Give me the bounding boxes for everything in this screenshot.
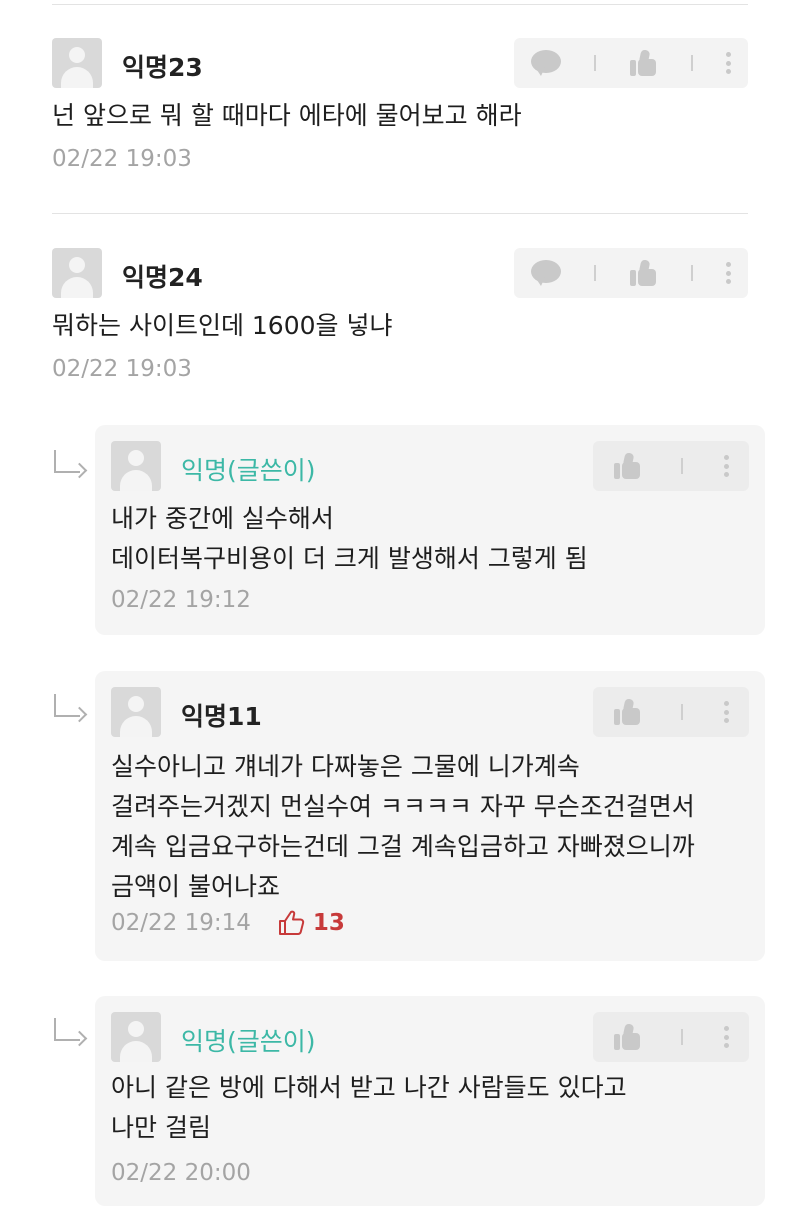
reply-actions [593, 1012, 749, 1062]
reply-text-line: 나만 걸림 [111, 1113, 211, 1142]
reply-timestamp: 02/22 19:12 [111, 587, 251, 613]
divider [594, 265, 597, 281]
more-icon[interactable] [723, 1026, 729, 1048]
thumbs-up-icon[interactable] [629, 49, 657, 77]
avatar[interactable] [111, 687, 161, 737]
reply-actions [593, 441, 749, 491]
avatar[interactable] [111, 441, 161, 491]
thumbs-up-icon[interactable] [629, 259, 657, 287]
comment-icon[interactable] [530, 260, 561, 286]
reply-text-line: 데이터복구비용이 더 크게 발생해서 그렇게 됨 [111, 544, 588, 573]
reply-text-line: 아니 같은 방에 다해서 받고 나간 사람들도 있다고 [111, 1073, 627, 1102]
divider [690, 55, 693, 71]
thumbs-up-icon[interactable] [613, 1023, 641, 1051]
reply-arrow-icon [52, 694, 88, 723]
reply-timestamp: 02/22 19:14 13 [111, 910, 345, 936]
divider [690, 265, 693, 281]
avatar[interactable] [111, 1012, 161, 1062]
reply-text-line: 계속 입금요구하는건데 그걸 계속입금하고 자빠졌으니까 [111, 832, 695, 861]
divider [594, 55, 597, 71]
more-icon[interactable] [723, 701, 729, 723]
thumbs-up-icon[interactable] [613, 452, 641, 480]
more-icon[interactable] [726, 52, 732, 74]
reply-item: 익명(글쓴이) 내가 중간에 실수해서 데이터복구비용이 더 크게 발생해서 그… [95, 425, 765, 635]
vote-icon [278, 910, 305, 935]
reply-arrow-icon [52, 1018, 88, 1047]
reply-nickname: 익명(글쓴이) [181, 1027, 316, 1056]
reply-text-line: 실수아니고 걔네가 다짜놓은 그물에 니가계속 [111, 752, 580, 781]
comment-timestamp: 02/22 19:03 [52, 146, 192, 172]
more-icon[interactable] [723, 455, 729, 477]
divider [681, 458, 684, 474]
divider [52, 213, 748, 214]
comment-actions [514, 38, 748, 88]
reply-nickname: 익명11 [181, 702, 262, 731]
divider [681, 704, 684, 720]
reply-actions [593, 687, 749, 737]
reply-timestamp: 02/22 20:00 [111, 1160, 251, 1186]
vote-count: 13 [312, 910, 345, 936]
reply-nickname: 익명(글쓴이) [181, 456, 316, 485]
more-icon[interactable] [726, 262, 732, 284]
comment-text: 뭐하는 사이트인데 1600을 넣냐 [52, 311, 393, 340]
reply-item: 익명11 실수아니고 걔네가 다짜놓은 그물에 니가계속 걸려주는거겠지 먼실수… [95, 671, 765, 961]
reply-text-line: 금액이 불어나죠 [111, 872, 280, 901]
comment-actions [514, 248, 748, 298]
comment-item: 익명23 넌 앞으로 뭐 할 때마다 에타에 물어보고 해라 02/22 19:… [52, 38, 748, 178]
reply-text-line: 내가 중간에 실수해서 [111, 504, 334, 533]
thumbs-up-icon[interactable] [613, 698, 641, 726]
divider [52, 4, 748, 5]
comment-text: 넌 앞으로 뭐 할 때마다 에타에 물어보고 해라 [52, 101, 522, 130]
comment-item: 익명24 뭐하는 사이트인데 1600을 넣냐 02/22 19:03 [52, 248, 748, 388]
avatar[interactable] [52, 248, 102, 298]
comment-timestamp: 02/22 19:03 [52, 356, 192, 382]
reply-arrow-icon [52, 450, 88, 479]
comment-nickname: 익명23 [122, 53, 203, 82]
comment-nickname: 익명24 [122, 263, 203, 292]
reply-text-line: 걸려주는거겠지 먼실수여 ㅋㅋㅋㅋ 자꾸 무슨조건걸면서 [111, 792, 695, 821]
divider [681, 1029, 684, 1045]
reply-item: 익명(글쓴이) 아니 같은 방에 다해서 받고 나간 사람들도 있다고 나만 걸… [95, 996, 765, 1206]
avatar[interactable] [52, 38, 102, 88]
comment-icon[interactable] [530, 50, 561, 76]
